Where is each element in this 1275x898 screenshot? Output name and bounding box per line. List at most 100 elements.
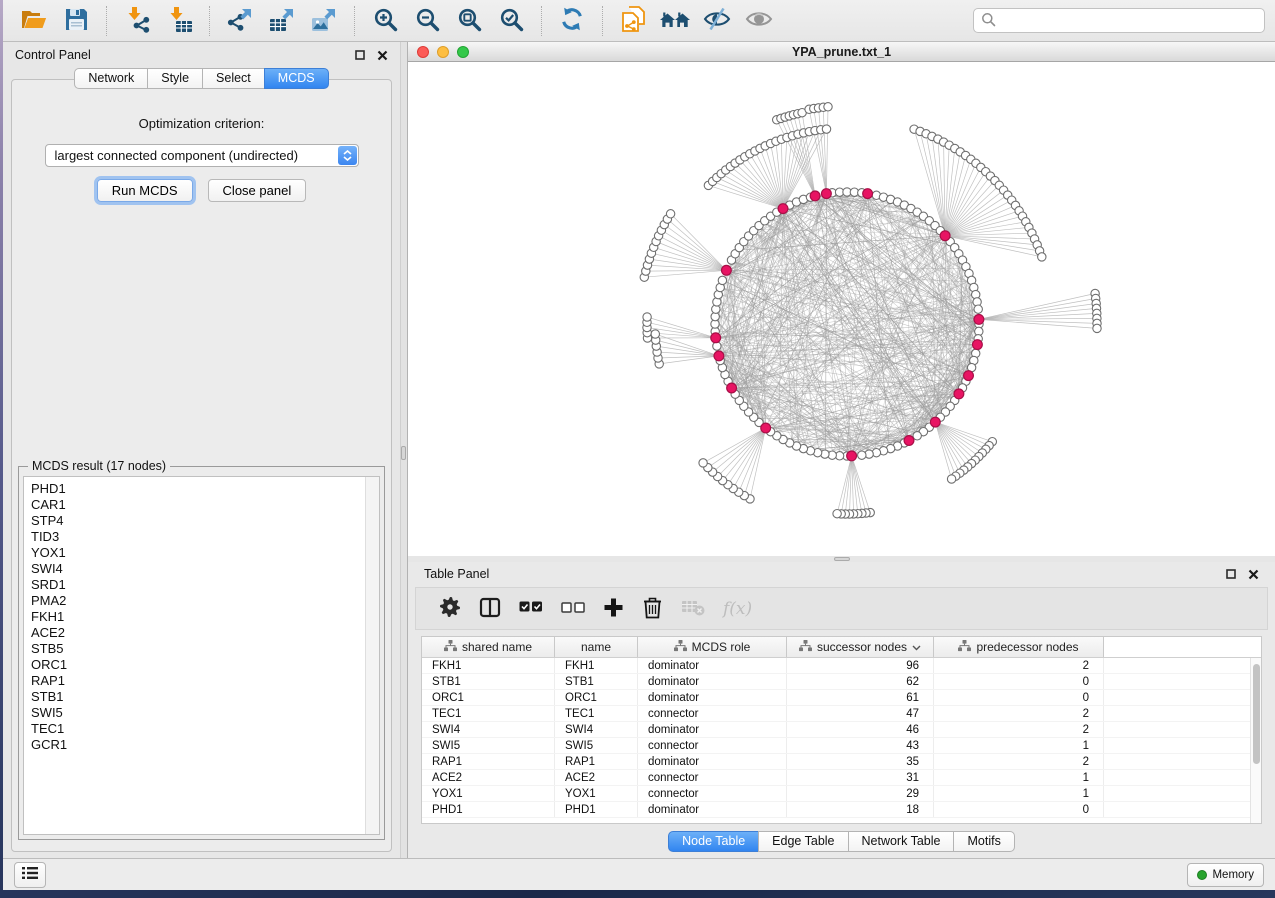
run-mcds-button[interactable]: Run MCDS [97,179,193,202]
select-all-button[interactable] [519,601,543,616]
columns-button[interactable] [479,597,501,621]
network-node[interactable] [699,459,707,467]
tab-motifs[interactable]: Motifs [953,831,1014,852]
import-table-button[interactable] [163,5,195,37]
mcds-result-list[interactable]: PHD1CAR1STP4TID3YOX1SWI4SRD1PMA2FKH1ACE2… [23,476,380,835]
column-header-shared-name[interactable]: shared name [422,637,555,657]
splitter-handle[interactable] [834,557,850,561]
refresh-button[interactable] [556,5,588,37]
list-item[interactable]: GCR1 [31,737,379,753]
settings-button[interactable] [439,596,461,621]
list-item[interactable]: FKH1 [31,609,379,625]
search-input[interactable] [996,10,1264,32]
table-row[interactable]: PHD1PHD1dominator180 [422,802,1261,818]
list-item[interactable]: STB1 [31,689,379,705]
table-row[interactable]: TEC1TEC1connector472 [422,706,1261,722]
open-file-button[interactable] [18,5,50,37]
list-item[interactable]: ACE2 [31,625,379,641]
zoom-selected-button[interactable] [495,5,527,37]
list-item[interactable]: YOX1 [31,545,379,561]
column-header-successor-nodes[interactable]: successor nodes [787,637,934,657]
list-scrollbar[interactable] [365,477,379,834]
tab-network-table[interactable]: Network Table [848,831,955,852]
mcds-hub-node[interactable] [904,436,914,446]
mcds-hub-node[interactable] [847,451,857,461]
mcds-hub-node[interactable] [973,340,983,350]
float-panel-icon[interactable] [1225,568,1237,580]
network-node[interactable] [913,432,921,440]
tab-node-table[interactable]: Node Table [668,831,759,852]
close-panel-icon[interactable] [376,49,388,61]
table-row[interactable]: FKH1FKH1dominator962 [422,658,1261,674]
tab-network[interactable]: Network [74,68,148,89]
list-item[interactable]: TEC1 [31,721,379,737]
network-node[interactable] [824,103,832,111]
zoom-out-button[interactable] [411,5,443,37]
optimization-criterion-select[interactable]: largest connected component (undirected) [45,144,359,167]
list-item[interactable]: PHD1 [31,481,379,497]
table-row[interactable]: ORC1ORC1dominator610 [422,690,1261,706]
memory-button[interactable]: Memory [1187,863,1264,887]
mcds-hub-node[interactable] [714,351,724,361]
mcds-hub-node[interactable] [940,231,950,241]
horizontal-splitter[interactable] [408,556,1275,562]
mcds-hub-node[interactable] [761,423,771,433]
close-panel-button[interactable]: Close panel [208,179,307,202]
add-button[interactable] [603,597,624,621]
houses-button[interactable] [659,5,691,37]
list-item[interactable]: RAP1 [31,673,379,689]
zoom-fit-button[interactable] [453,5,485,37]
mcds-hub-node[interactable] [930,417,940,427]
zoom-in-button[interactable] [369,5,401,37]
network-node[interactable] [718,276,726,284]
export-image-button[interactable] [308,5,340,37]
table-row[interactable]: STB1STB1dominator620 [422,674,1261,690]
list-item[interactable]: SWI5 [31,705,379,721]
mcds-hub-node[interactable] [810,191,820,201]
mcds-hub-node[interactable] [727,383,737,393]
mcds-hub-node[interactable] [954,389,964,399]
table-row[interactable]: ACE2ACE2connector311 [422,770,1261,786]
tab-select[interactable]: Select [202,68,265,89]
column-header-predecessor-nodes[interactable]: predecessor nodes [934,637,1104,657]
list-item[interactable]: STP4 [31,513,379,529]
search-box[interactable] [973,8,1265,33]
list-item[interactable]: ORC1 [31,657,379,673]
column-header-mcds-role[interactable]: MCDS role [638,637,787,657]
network-view[interactable] [408,62,1275,556]
export-network-button[interactable] [224,5,256,37]
tab-style[interactable]: Style [147,68,203,89]
table-row[interactable]: SWI5SWI5connector431 [422,738,1261,754]
table-scrollbar[interactable] [1250,658,1261,823]
list-item[interactable]: PMA2 [31,593,379,609]
list-item[interactable]: CAR1 [31,497,379,513]
mcds-hub-node[interactable] [711,333,721,343]
show-panels-button[interactable] [14,862,46,888]
tab-edge-table[interactable]: Edge Table [758,831,848,852]
network-node[interactable] [974,305,982,313]
scrollbar-thumb[interactable] [1253,664,1260,764]
delete-button[interactable] [642,596,663,622]
save-button[interactable] [60,5,92,37]
mcds-hub-node[interactable] [778,204,788,214]
network-node[interactable] [651,330,659,338]
splitter-handle[interactable] [401,446,406,460]
table-row[interactable]: RAP1RAP1dominator352 [422,754,1261,770]
network-node[interactable] [1093,324,1101,332]
close-panel-icon[interactable] [1247,568,1259,580]
list-item[interactable]: STB5 [31,641,379,657]
network-node[interactable] [666,210,674,218]
import-network-button[interactable] [121,5,153,37]
mcds-hub-node[interactable] [863,189,873,199]
export-table-button[interactable] [266,5,298,37]
table-row[interactable]: SWI4SWI4dominator462 [422,722,1261,738]
vertical-splitter[interactable] [400,42,407,858]
list-item[interactable]: TID3 [31,529,379,545]
network-node[interactable] [1038,253,1046,261]
float-panel-icon[interactable] [354,49,366,61]
list-item[interactable]: SWI4 [31,561,379,577]
mcds-hub-node[interactable] [964,371,974,381]
tab-mcds[interactable]: MCDS [264,68,329,89]
network-node[interactable] [858,451,866,459]
mcds-hub-node[interactable] [822,189,832,199]
